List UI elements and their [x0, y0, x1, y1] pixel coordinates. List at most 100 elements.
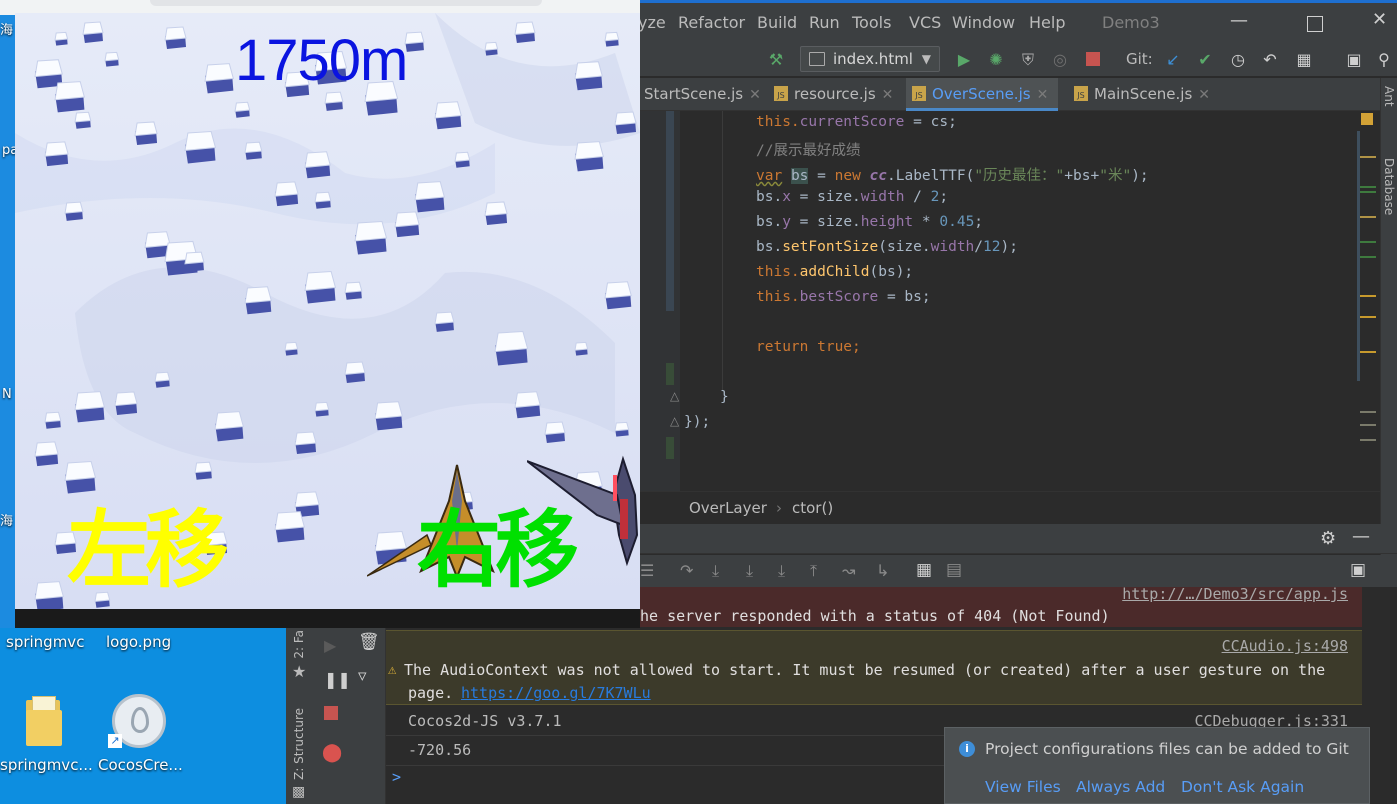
fold-icon[interactable]: △ — [670, 389, 679, 403]
ice-rock — [324, 91, 344, 111]
desktop-icon-label[interactable]: logo.png — [106, 633, 171, 651]
tab-label: StartScene.js — [644, 85, 744, 103]
menu-window[interactable]: Window — [952, 13, 1015, 32]
git-commit-icon[interactable]: ✔ — [1195, 50, 1215, 70]
favorites-tool-tab[interactable]: 2: Fa — [292, 630, 306, 659]
desktop-icon-label[interactable]: springmvc... — [0, 756, 93, 774]
scrollbar-thumb[interactable] — [1357, 131, 1360, 381]
breadcrumb-class[interactable]: OverLayer — [689, 499, 767, 517]
warning-link[interactable]: https://goo.gl/7K7WLu — [461, 684, 651, 702]
menu-build[interactable]: Build — [757, 13, 797, 32]
marker — [1360, 191, 1376, 193]
marker — [1360, 295, 1376, 297]
menu-analyze[interactable]: yze — [638, 13, 666, 32]
always-add-link[interactable]: Always Add — [1076, 778, 1165, 796]
close-tab-icon[interactable]: ✕ — [882, 87, 894, 103]
structure-tool-tab[interactable]: Z: Structure — [292, 708, 306, 780]
run-config-select[interactable]: index.html ▼ — [800, 46, 940, 72]
close-tab-icon[interactable]: ✕ — [1037, 87, 1049, 103]
filter-icon[interactable]: ▿ — [358, 666, 367, 686]
tab-resource[interactable]: JS resource.js ✕ — [774, 78, 893, 111]
editor-tabs: StartScene.js ✕ JS resource.js ✕ JS OverScen… — [640, 78, 1397, 111]
move-left-button[interactable]: 左移 — [67, 483, 229, 604]
layout-settings-icon[interactable]: ▣ — [1350, 560, 1366, 580]
trash-icon[interactable]: 🗑 — [358, 632, 380, 652]
menu-tools[interactable]: Tools — [852, 13, 891, 32]
search-icon[interactable]: ⚲ — [1374, 50, 1394, 70]
step-over-icon[interactable]: ↷ — [680, 561, 693, 580]
ide-toolbar: ⚒ index.html ▼ ▶ ✺ ⛨ ◎ Git: ↙ ✔ ◷ ↶ ▦ ▣ … — [640, 46, 1397, 76]
close-tab-icon[interactable]: ✕ — [1198, 87, 1210, 103]
smart-step-icon[interactable]: ⤓ — [778, 561, 785, 581]
coverage-icon[interactable]: ⛨ — [1018, 50, 1038, 70]
drop-frame-icon[interactable]: ↝ — [842, 561, 855, 580]
force-step-into-icon[interactable]: ⤓ — [746, 561, 753, 581]
run-to-cursor-icon[interactable]: ↳ — [876, 561, 889, 580]
ice-rock — [214, 411, 244, 442]
dont-ask-again-link[interactable]: Don't Ask Again — [1181, 778, 1304, 796]
js-file-icon: JS — [774, 86, 788, 101]
minimize-icon[interactable]: — — [1230, 10, 1248, 31]
tab-overscene[interactable]: JS OverScene.js ✕ — [906, 78, 1059, 111]
tab-mainscene[interactable]: JS MainScene.js ✕ — [1074, 78, 1210, 111]
source-link[interactable]: CCAudio.js:498 — [1222, 637, 1348, 655]
step-out-icon[interactable]: ⤒ — [810, 561, 817, 581]
close-tab-icon[interactable]: ✕ — [749, 87, 761, 103]
breadcrumb-method[interactable]: ctor() — [792, 499, 833, 517]
change-marker — [666, 437, 674, 459]
stop-icon[interactable] — [324, 706, 338, 720]
database-tool-tab[interactable]: Database — [1382, 158, 1396, 215]
ice-rock — [314, 191, 332, 209]
profile-icon[interactable]: ◎ — [1050, 50, 1070, 70]
ant-tool-tab[interactable]: Ant — [1382, 86, 1396, 107]
ice-rock — [74, 111, 92, 129]
ice-rock — [304, 271, 337, 304]
star-icon[interactable]: ★ — [292, 662, 306, 681]
console-prompt[interactable]: > — [392, 768, 401, 786]
ice-rock — [54, 31, 69, 46]
menu-refactor[interactable]: Refactor — [678, 13, 745, 32]
gear-icon[interactable]: ⚙ — [1320, 528, 1336, 549]
ice-rock — [494, 330, 529, 366]
menu-run[interactable]: Run — [809, 13, 840, 32]
view-files-link[interactable]: View Files — [985, 778, 1061, 796]
resume-icon[interactable]: ▶ — [324, 636, 336, 655]
desktop-icon-label[interactable]: CocosCre... — [98, 756, 183, 774]
layout-icon[interactable]: ▣ — [1344, 50, 1364, 70]
step-into-icon[interactable]: ⤓ — [712, 561, 719, 581]
move-right-button[interactable]: 右移 — [417, 483, 579, 604]
breakpoints-icon[interactable]: ⬤ — [322, 742, 342, 763]
close-icon[interactable]: ✕ — [1372, 9, 1387, 30]
revert-icon[interactable]: ↶ — [1260, 50, 1280, 70]
run-icon[interactable]: ▶ — [954, 50, 974, 70]
project-structure-icon[interactable]: ▦ — [1294, 50, 1314, 70]
marker — [1360, 256, 1376, 258]
desktop-icon-label[interactable]: springmvc — [6, 633, 84, 651]
warning-marker[interactable] — [1361, 113, 1373, 125]
hide-panel-icon[interactable]: — — [1352, 526, 1370, 547]
editor-gutter: △ △ — [640, 111, 680, 491]
debug-icon[interactable]: ✺ — [986, 50, 1006, 70]
source-link[interactable]: http://…/Demo3/src/app.js — [1122, 585, 1348, 603]
menu-help[interactable]: Help — [1029, 13, 1065, 32]
folder-icon[interactable] — [22, 696, 64, 746]
stop-icon[interactable] — [1086, 52, 1100, 66]
maximize-icon[interactable] — [1307, 16, 1323, 32]
warning-row: CCAudio.js:498 ⚠ The AudioContext was no… — [386, 630, 1362, 705]
code-line: var bs = new cc.LabelTTF("历史最佳："+bs+"米")… — [756, 168, 1149, 184]
fold-icon[interactable]: △ — [670, 414, 679, 428]
code-line: return true; — [756, 339, 861, 355]
info-icon: i — [959, 741, 975, 757]
change-marker — [666, 363, 674, 385]
pause-icon[interactable]: ❚❚ — [324, 670, 351, 689]
history-icon[interactable]: ◷ — [1228, 50, 1248, 70]
tab-startscene[interactable]: StartScene.js ✕ — [644, 78, 761, 111]
trace-icon[interactable]: ▤ — [946, 560, 962, 580]
wrap-icon[interactable]: ☰ — [640, 561, 654, 580]
hammer-icon[interactable]: ⚒ — [766, 50, 786, 70]
evaluate-icon[interactable]: ▦ — [916, 560, 932, 580]
game-canvas[interactable]: 1750m 左移 右移 — [15, 13, 640, 609]
address-bar[interactable] — [150, 0, 542, 6]
git-update-icon[interactable]: ↙ — [1163, 50, 1183, 70]
menu-vcs[interactable]: VCS — [909, 13, 941, 32]
